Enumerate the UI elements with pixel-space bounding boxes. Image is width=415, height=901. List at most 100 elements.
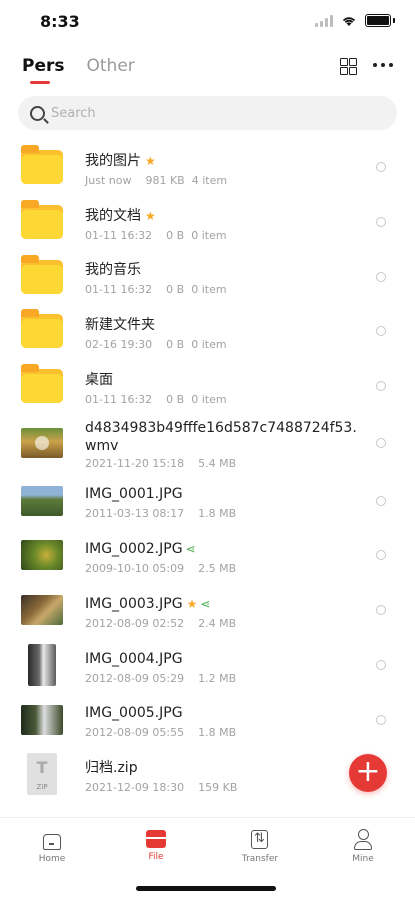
image-thumbnail — [21, 595, 63, 626]
item-meta: 01-11 16:32 0 B 0 item — [85, 283, 227, 296]
item-name: IMG_0005.JPG — [85, 705, 183, 722]
user-icon — [352, 828, 374, 850]
item-meta: 2012-08-09 02:52 2.4 MB — [85, 617, 236, 630]
add-button[interactable]: + — [349, 754, 387, 792]
folder-icon — [21, 309, 63, 349]
item-meta: 02-16 19:30 0 B 0 item — [85, 338, 227, 351]
item-count: 4 item — [191, 174, 228, 187]
tab-mine-label: Mine — [352, 854, 374, 864]
home-indicator — [136, 886, 276, 891]
item-date: 2021-11-20 15:18 — [85, 457, 185, 471]
select-radio[interactable] — [376, 659, 386, 670]
item-meta: 2011-03-13 08:17 1.8 MB — [85, 507, 236, 520]
tab-transfer-label: Transfer — [241, 854, 279, 864]
list-item[interactable]: 新建文件夹 02-16 19:30 0 B 0 item — [0, 304, 415, 359]
folder-icon — [21, 254, 63, 294]
tab-file[interactable]: File — [126, 828, 186, 862]
item-name: 归档.zip — [85, 759, 138, 776]
list-item[interactable]: IMG_0005.JPG 2012-08-09 05:55 1.8 MB — [0, 692, 415, 747]
top-tabs: Pers Other — [22, 56, 135, 84]
item-name: 我的图片 — [85, 153, 141, 169]
item-count: 0 item — [191, 283, 227, 297]
star-icon: ★ — [186, 596, 198, 611]
select-radio[interactable] — [376, 381, 386, 392]
item-meta: 01-11 16:32 0 B 0 item — [85, 229, 227, 242]
select-radio[interactable] — [376, 605, 386, 616]
item-date: 02-16 19:30 — [85, 338, 153, 352]
item-date: 2011-03-13 08:17 — [85, 507, 185, 521]
list-item[interactable]: IMG_0003.JPG ★ ⋖ 2012-08-09 02:52 2.4 MB — [0, 583, 415, 638]
item-size: 0 B — [166, 338, 185, 352]
folder-icon — [21, 145, 63, 185]
item-date: 2012-08-09 02:52 — [85, 616, 185, 630]
select-radio[interactable] — [376, 714, 386, 725]
file-list: 我的图片 ★ Just now 981 KB 4 item 我的文档 ★ 01-11… — [0, 140, 415, 802]
item-count: 0 item — [191, 338, 227, 352]
tab-pers[interactable]: Pers — [22, 56, 65, 84]
grid-view-icon[interactable] — [340, 58, 358, 76]
item-date: 2009-10-10 05:09 — [85, 562, 185, 576]
item-date: 2021-12-09 18:30 — [85, 780, 185, 794]
list-item[interactable]: 我的文档 ★ 01-11 16:32 0 B 0 item — [0, 195, 415, 250]
item-name: 桌面 — [85, 371, 113, 388]
battery-icon — [365, 14, 391, 27]
select-radio[interactable] — [376, 550, 386, 561]
item-name: IMG_0004.JPG — [85, 650, 183, 667]
tab-other[interactable]: Other — [87, 56, 135, 76]
select-radio[interactable] — [376, 162, 386, 173]
item-count: 0 item — [191, 392, 227, 406]
more-options-icon[interactable] — [373, 63, 393, 67]
tab-mine[interactable]: Mine — [333, 828, 393, 864]
item-name: IMG_0003.JPG — [85, 595, 183, 612]
status-time: 8:33 — [40, 12, 80, 31]
list-item[interactable]: 桌面 01-11 16:32 0 B 0 item — [0, 359, 415, 414]
select-radio[interactable] — [376, 271, 386, 282]
item-meta: 2012-08-09 05:55 1.8 MB — [85, 726, 236, 739]
item-name: 我的音乐 — [85, 262, 141, 279]
item-size: 0 B — [166, 392, 185, 406]
select-radio[interactable] — [376, 326, 386, 337]
list-item[interactable]: 我的图片 ★ Just now 981 KB 4 item — [0, 140, 415, 195]
zip-icon-label: ZIP — [36, 783, 48, 792]
list-item[interactable]: IMG_0004.JPG 2012-08-09 05:29 1.2 MB — [0, 638, 415, 693]
item-meta: 2021-12-09 18:30 159 KB — [85, 781, 237, 794]
video-thumbnail — [21, 428, 63, 459]
image-thumbnail — [21, 485, 63, 516]
item-name-row: IMG_0002.JPG ⋖ — [85, 540, 196, 558]
tab-home-label: Home — [38, 854, 66, 864]
search-placeholder: Search — [51, 105, 96, 121]
item-size: 2.5 MB — [198, 562, 237, 576]
transfer-icon — [249, 828, 271, 850]
item-name: 我的文档 — [85, 207, 141, 224]
item-size: 1.2 MB — [198, 671, 237, 685]
select-radio[interactable] — [376, 438, 386, 449]
item-date: Just now — [85, 174, 132, 187]
item-meta: 2009-10-10 05:09 2.5 MB — [85, 562, 236, 575]
status-bar: 8:33 — [0, 0, 415, 44]
item-name-row: IMG_0003.JPG ★ ⋖ — [85, 595, 210, 613]
item-date: 01-11 16:32 — [85, 392, 153, 406]
select-radio[interactable] — [376, 217, 386, 228]
item-size: 981 KB — [145, 174, 185, 187]
list-item[interactable]: d4834983b49fffe16d587c7488724f53. wmv 20… — [0, 413, 415, 473]
select-radio[interactable] — [376, 495, 386, 506]
list-item[interactable]: 我的音乐 01-11 16:32 0 B 0 item — [0, 249, 415, 304]
image-thumbnail — [28, 643, 56, 686]
item-count: 0 item — [191, 228, 227, 242]
list-item[interactable]: IMG_0001.JPG 2011-03-13 08:17 1.8 MB — [0, 473, 415, 528]
tab-transfer[interactable]: Transfer — [230, 828, 290, 864]
image-thumbnail — [21, 704, 63, 735]
wifi-icon — [342, 16, 356, 26]
item-size: 0 B — [166, 283, 185, 297]
item-name: IMG_0001.JPG — [85, 486, 183, 503]
item-size: 0 B — [166, 228, 185, 242]
folder-icon — [21, 200, 63, 240]
item-meta: Just now 981 KB 4 item — [85, 174, 227, 187]
search-bar[interactable]: Search — [18, 96, 397, 130]
item-name-continued: wmv — [85, 438, 119, 455]
item-date: 01-11 16:32 — [85, 228, 153, 242]
tab-home[interactable]: Home — [22, 828, 82, 864]
list-item[interactable]: IMG_0002.JPG ⋖ 2009-10-10 05:09 2.5 MB — [0, 528, 415, 583]
search-icon — [30, 105, 45, 121]
signal-icon — [315, 14, 333, 27]
